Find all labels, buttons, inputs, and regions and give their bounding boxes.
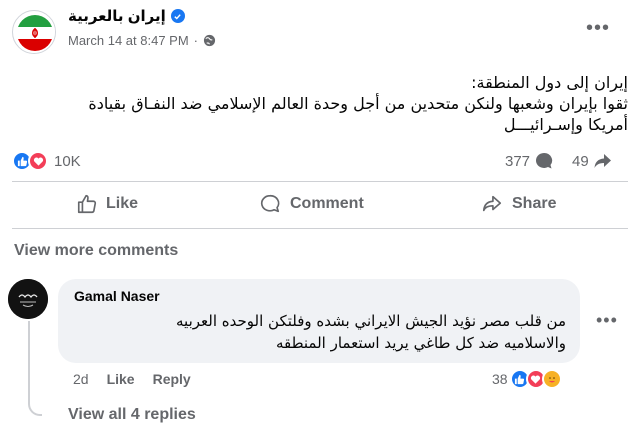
comment-text: من قلب مصر نؤيد الجيش الايراني بشده وفلت… — [80, 310, 566, 354]
post-options-button[interactable]: ••• — [586, 18, 610, 38]
comment-count[interactable]: 377 — [505, 153, 530, 170]
post-date[interactable]: March 14 at 8:47 PM — [68, 33, 189, 48]
comment-author[interactable]: Gamal Naser — [74, 288, 160, 304]
globe-icon[interactable] — [203, 34, 216, 47]
comment-icon — [260, 194, 280, 213]
share-count[interactable]: 49 — [572, 153, 589, 170]
share-icon — [482, 195, 502, 212]
iran-flag-logo — [14, 12, 55, 53]
page-name-text[interactable]: إيران بالعربية — [68, 7, 166, 25]
care-reaction-icon — [541, 369, 562, 389]
divider — [12, 181, 628, 182]
comment-bubble-icon — [536, 152, 553, 169]
post-text-line: أمريكا وإسـرائيـــل — [503, 115, 628, 134]
comment-reaction-count: 38 — [492, 371, 508, 387]
commenter-avatar[interactable] — [8, 279, 48, 319]
share-label: Share — [512, 195, 557, 212]
comment-reactions[interactable]: 38 — [492, 369, 562, 389]
post-meta: March 14 at 8:47 PM · — [68, 33, 216, 48]
comment-count-link[interactable]: 377 — [505, 151, 554, 171]
share-arrow-icon — [594, 154, 611, 168]
post-text: إيران إلى دول المنطقة: ثقوا بإيران وشعبه… — [28, 72, 628, 135]
comment-like-button[interactable]: Like — [107, 371, 135, 387]
view-more-comments-link[interactable]: View more comments — [14, 242, 178, 260]
reaction-count[interactable]: 10K — [54, 153, 81, 170]
view-replies-link[interactable]: View all 4 replies — [68, 406, 196, 424]
comment-reply-button[interactable]: Reply — [153, 371, 191, 387]
love-reaction-icon — [28, 151, 48, 171]
reply-thread-line — [28, 321, 42, 416]
comment-button[interactable]: Comment — [258, 193, 364, 215]
meta-separator: · — [193, 33, 199, 48]
comment-actions: 2d Like Reply — [73, 371, 191, 387]
page-avatar[interactable] — [12, 10, 56, 54]
like-label: Like — [106, 195, 139, 212]
comment-label: Comment — [290, 195, 364, 212]
share-count-link[interactable]: 49 — [572, 151, 613, 171]
comment-options-button[interactable]: ••• — [596, 310, 618, 331]
comment-text-line: والاسلاميه ضد كل طاغي يريد استعمار المنط… — [275, 334, 566, 352]
share-button[interactable]: Share — [480, 193, 556, 215]
reaction-summary[interactable]: 10K — [12, 151, 81, 171]
divider — [12, 228, 628, 229]
page-name[interactable]: إيران بالعربية — [68, 7, 185, 25]
like-button[interactable]: Like — [76, 193, 138, 215]
post-text-line: إيران إلى دول المنطقة: — [471, 73, 628, 92]
commenter-avatar-image — [8, 279, 48, 319]
post-text-line: ثقوا بإيران وشعبها ولنكن متحدين من أجل و… — [88, 94, 628, 113]
verified-badge-icon — [170, 9, 185, 23]
thumbs-up-icon — [77, 194, 97, 214]
comment-time[interactable]: 2d — [73, 371, 89, 387]
comment-text-line: من قلب مصر نؤيد الجيش الايراني بشده وفلت… — [176, 312, 566, 330]
